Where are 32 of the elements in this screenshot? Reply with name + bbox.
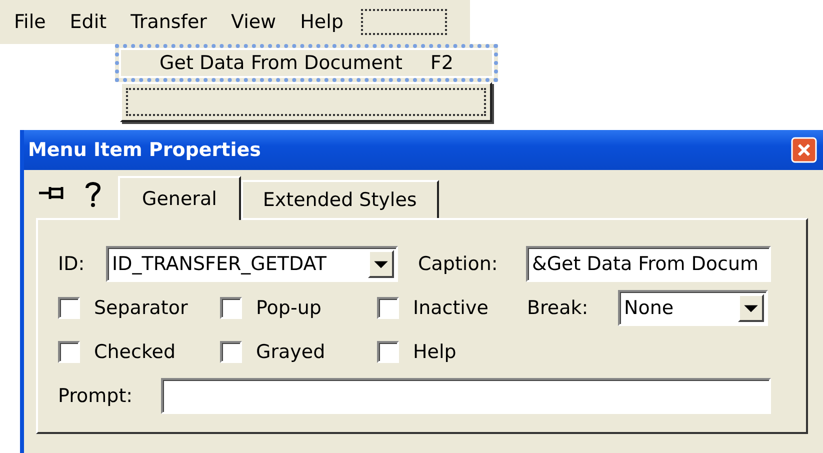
menu-item[interactable]: View	[219, 11, 288, 33]
checkbox-label: Inactive	[413, 297, 488, 319]
prompt-field[interactable]	[161, 378, 771, 414]
tab[interactable]: General	[118, 176, 241, 220]
field-label: ID:	[58, 253, 86, 275]
field-label: Caption:	[418, 253, 499, 275]
new-item-placeholder[interactable]	[120, 82, 492, 122]
checkbox[interactable]	[58, 341, 80, 363]
close-icon[interactable]	[791, 137, 817, 163]
menu-item[interactable]: Transfer	[118, 11, 219, 33]
checkbox[interactable]	[220, 297, 242, 319]
checkbox-label: Separator	[94, 297, 188, 319]
menu-item[interactable]: Help	[288, 11, 356, 33]
checkbox[interactable]	[377, 341, 399, 363]
break-combo-box[interactable]: None	[618, 290, 768, 326]
dropdown-item[interactable]: Get Data From Document F2	[115, 44, 498, 82]
checkbox[interactable]	[377, 297, 399, 319]
checkbox-label: Grayed	[256, 341, 326, 363]
id-combo-box[interactable]: ID_TRANSFER_GETDAT	[106, 246, 398, 282]
menu-item[interactable]: Edit	[58, 11, 119, 33]
checkbox[interactable]	[58, 297, 80, 319]
checkbox-label: Checked	[94, 341, 176, 363]
caption-field[interactable]: &Get Data From Docum	[526, 246, 771, 282]
checkbox-label: Pop-up	[256, 297, 322, 319]
field-label: Prompt:	[58, 385, 134, 407]
window-title: Menu Item Properties	[28, 139, 261, 161]
checkbox-label: Help	[413, 341, 456, 363]
tab[interactable]: Extended Styles	[240, 180, 439, 218]
new-menu-placeholder[interactable]	[361, 9, 448, 35]
field-label: Break:	[527, 297, 590, 319]
checkbox[interactable]	[220, 341, 242, 363]
menu-item[interactable]: File	[14, 11, 58, 33]
